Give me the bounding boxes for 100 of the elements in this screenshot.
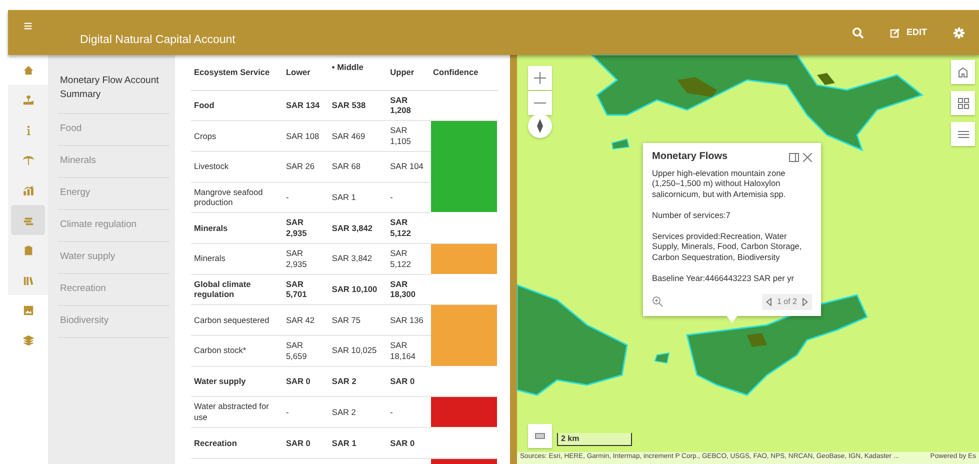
table-cell: SAR 0	[387, 428, 430, 458]
home-button[interactable]	[951, 60, 975, 84]
table-cell: SAR 18,300	[387, 274, 430, 305]
zoom-to-icon[interactable]	[652, 296, 663, 308]
scale-bar: 2 km	[557, 433, 632, 446]
column-header: Confidence	[430, 55, 498, 90]
table-cell: SAR 2,935	[282, 212, 329, 244]
measure-button[interactable]	[528, 424, 552, 448]
popup-text: Upper high-elevation mountain zone (1,250–1,500 m) without Haloxylon salicornicum, but with Artemisia spp.	[652, 168, 787, 200]
previous-icon[interactable]	[766, 298, 772, 306]
compass-icon	[537, 119, 543, 133]
table-cell: SAR 2	[328, 396, 388, 428]
table-cell: Global climate regulation	[191, 274, 283, 305]
home-icon	[958, 66, 968, 78]
popup-text: Services provided:Recreation, Water Supply, Minerals, Food, Carbon Storage, Carbon Sequestration, Biodiversity	[652, 230, 803, 263]
settings-icon	[953, 26, 965, 38]
table-cell: -	[282, 396, 329, 428]
table-cell: Mangrove seafood production	[191, 182, 283, 213]
table-cell: SAR 538	[328, 90, 388, 121]
nav-link[interactable]: Climate regulation	[58, 210, 170, 242]
column-header: Upper	[387, 55, 430, 90]
minus-icon	[534, 102, 546, 104]
nav-link[interactable]: Food	[58, 114, 170, 146]
table-cell: SAR 0	[282, 428, 329, 458]
zoom-out-button[interactable]	[528, 91, 552, 115]
table-cell: SAR 5,659	[282, 336, 329, 366]
table-cell: SAR 3,842	[328, 243, 388, 274]
table-cell: Carbon sequestered	[191, 304, 283, 336]
table-cell: SAR 2	[328, 366, 388, 397]
menu-button[interactable]: ≡	[8, 16, 48, 39]
popup-text: Number of services:7	[652, 210, 732, 221]
table-cell: -	[387, 182, 430, 213]
table-cell: Water supply	[191, 366, 283, 397]
nav-heading[interactable]: Monetary Flow Account Summary	[58, 65, 170, 114]
close-icon[interactable]	[803, 152, 812, 162]
table-cell: SAR 5,122	[387, 212, 430, 244]
table-cell: SAR 10,100	[328, 274, 388, 305]
layer-list-button[interactable]	[951, 122, 975, 146]
home-icon	[22, 64, 34, 76]
clipboard-icon	[22, 244, 34, 256]
table-cell: Food	[191, 90, 283, 121]
table-cell: SAR 469	[328, 120, 388, 152]
table-cell: SAR 0	[387, 366, 430, 397]
table-cell: Carbon stock*	[191, 336, 283, 366]
table-cell: SAR 134	[282, 90, 329, 121]
table-cell: SAR 1	[328, 182, 388, 213]
table-cell: Minerals	[191, 243, 283, 274]
table-cell: SAR 26	[282, 151, 329, 182]
table-cell: SAR 108	[282, 120, 329, 152]
table-cell: SAR 104	[387, 151, 430, 182]
basemap-button[interactable]	[951, 91, 975, 115]
nav-link[interactable]: Minerals	[58, 146, 170, 178]
search-icon	[852, 26, 864, 38]
table-cell: SAR 3,842	[328, 212, 388, 244]
table-cell: Crops	[191, 120, 283, 152]
table-cell: SAR 5,701	[282, 274, 329, 305]
sidebar-item[interactable]	[8, 175, 48, 205]
table-cell: SAR 42	[282, 304, 329, 336]
next-icon[interactable]	[802, 298, 808, 306]
table-cell: SAR 2,935	[282, 243, 329, 274]
table-cell: Water abstracted for use	[191, 396, 283, 428]
nav-link[interactable]: Water supply	[58, 242, 170, 274]
app-title: Digital Natural Capital Account	[80, 32, 236, 48]
edit-button[interactable]: EDIT	[886, 24, 931, 42]
table-cell: SAR 10,025	[328, 336, 388, 366]
popup-text: Baseline Year:4466443223 SAR per yr	[652, 272, 796, 284]
table-cell: Minerals	[191, 212, 283, 244]
column-header: Ecosystem Service	[191, 55, 283, 90]
sidebar-item[interactable]	[8, 265, 48, 295]
nav-link[interactable]: Recreation	[58, 274, 170, 306]
table-cell: SAR 0	[282, 366, 329, 397]
sidebar-item[interactable]	[8, 235, 48, 265]
popup-title: Monetary Flows	[652, 151, 728, 163]
table-cell: SAR 18,164	[387, 336, 430, 366]
column-header: • Middle	[328, 55, 388, 90]
zoom-in-button[interactable]	[528, 66, 552, 90]
table-cell: -	[282, 182, 329, 213]
list-icon	[958, 130, 968, 138]
edit-icon	[890, 28, 900, 38]
layers-icon	[22, 334, 34, 346]
ruler-icon	[535, 433, 545, 439]
dock-icon[interactable]	[788, 152, 798, 162]
table-cell: SAR 1	[328, 428, 388, 458]
plus-icon	[534, 72, 546, 84]
chart-icon	[22, 184, 34, 196]
table-cell: SAR 68	[328, 151, 388, 182]
image-icon	[22, 304, 34, 316]
books-icon	[22, 274, 34, 286]
table-cell: Recreation	[191, 428, 283, 458]
table-cell: SAR 1,208	[387, 90, 430, 121]
page-count: 1 of 2	[776, 296, 797, 308]
sidebar-item[interactable]	[8, 85, 48, 115]
table-cell: SAR 75	[328, 304, 388, 336]
table-cell: Livestock	[191, 151, 283, 182]
grid-icon	[958, 98, 968, 108]
column-header: Lower	[282, 55, 329, 90]
nav-link[interactable]: Energy	[58, 178, 170, 210]
hand-plant-icon	[22, 94, 34, 106]
nav-link[interactable]: Biodiversity	[58, 306, 170, 338]
sidebar-item[interactable]	[11, 205, 45, 235]
